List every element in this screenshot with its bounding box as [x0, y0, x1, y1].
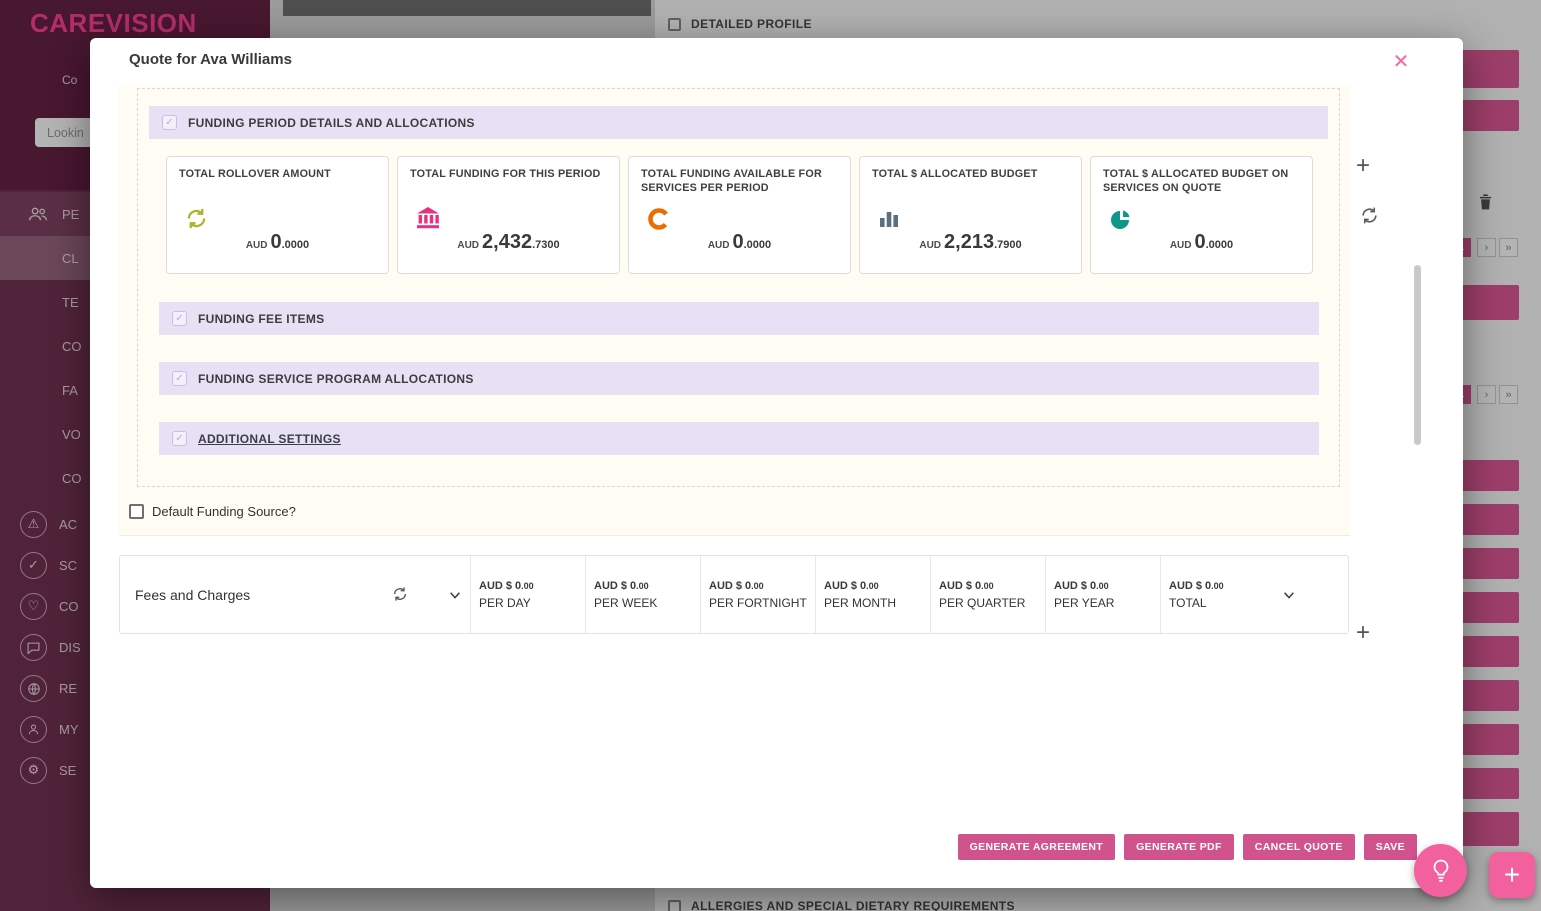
- add-funding-period-button[interactable]: +: [1356, 152, 1370, 180]
- fee-column-per-month: AUD $0.00 PER MONTH: [815, 556, 930, 633]
- modal-title: Quote for Ava Williams: [129, 51, 292, 68]
- section-label: FUNDING FEE ITEMS: [198, 312, 324, 326]
- cancel-quote-button[interactable]: CANCEL QUOTE: [1243, 834, 1355, 860]
- chevron-down-icon[interactable]: [448, 588, 462, 605]
- stat-card-value: AUD2,213.7900: [860, 231, 1081, 254]
- plus-icon: +: [1504, 859, 1520, 891]
- stat-card-allocated-budget: TOTAL $ ALLOCATED BUDGET AUD2,213.7900: [859, 156, 1082, 274]
- stat-card-title: TOTAL FUNDING AVAILABLE FOR SERVICES PER…: [629, 157, 850, 196]
- stat-card-value: AUD0.0000: [1091, 231, 1312, 254]
- bank-icon: [416, 207, 440, 234]
- screen: DETAILED PROFILE ALLERGIES AND SPECIAL D…: [0, 0, 1541, 911]
- generate-agreement-button[interactable]: GENERATE AGREEMENT: [958, 834, 1115, 860]
- save-button[interactable]: SAVE: [1364, 834, 1417, 860]
- help-lightbulb-fab[interactable]: [1414, 844, 1467, 897]
- fee-column-total: AUD $0.00 TOTAL: [1160, 556, 1275, 633]
- default-funding-source-label: Default Funding Source?: [152, 504, 296, 519]
- section-label: ADDITIONAL SETTINGS: [198, 432, 341, 446]
- stat-card-title: TOTAL $ ALLOCATED BUDGET: [860, 157, 1081, 181]
- stat-card-value: AUD2,432.7300: [398, 231, 619, 254]
- close-icon[interactable]: ✕: [1386, 46, 1416, 76]
- generate-pdf-button[interactable]: GENERATE PDF: [1124, 834, 1234, 860]
- section-checkbox-icon: ✓: [172, 311, 187, 326]
- default-funding-source-checkbox[interactable]: [129, 504, 144, 519]
- stat-card-rollover: TOTAL ROLLOVER AMOUNT AUD0.0000: [166, 156, 389, 274]
- stat-card-total-funding: TOTAL FUNDING FOR THIS PERIOD AUD2,432.7…: [397, 156, 620, 274]
- stat-card-title: TOTAL FUNDING FOR THIS PERIOD: [398, 157, 619, 181]
- stat-card-title: TOTAL ROLLOVER AMOUNT: [167, 157, 388, 181]
- fees-and-charges-panel: Fees and Charges AUD $0.00 PER DAY AUD $…: [119, 555, 1349, 634]
- add-fab[interactable]: +: [1489, 852, 1535, 898]
- funding-period-header[interactable]: ✓ FUNDING PERIOD DETAILS AND ALLOCATIONS: [149, 106, 1328, 139]
- modal-actions: GENERATE AGREEMENT GENERATE PDF CANCEL Q…: [958, 834, 1417, 860]
- section-funding-service-program-allocations[interactable]: ✓ FUNDING SERVICE PROGRAM ALLOCATIONS: [159, 362, 1319, 395]
- add-fee-button[interactable]: +: [1356, 619, 1370, 647]
- fee-column-per-day: AUD $0.00 PER DAY: [470, 556, 585, 633]
- refresh-icon[interactable]: [392, 586, 408, 605]
- stat-card-allocated-on-quote: TOTAL $ ALLOCATED BUDGET ON SERVICES ON …: [1090, 156, 1313, 274]
- fee-column-per-quarter: AUD $0.00 PER QUARTER: [930, 556, 1045, 633]
- refresh-icon[interactable]: [1360, 206, 1379, 228]
- quote-modal: Quote for Ava Williams ✕ ✓ FUNDING PERIO…: [90, 38, 1463, 888]
- bar-chart-icon: [878, 207, 900, 234]
- stat-card-available-services: TOTAL FUNDING AVAILABLE FOR SERVICES PER…: [628, 156, 851, 274]
- stat-card-title: TOTAL $ ALLOCATED BUDGET ON SERVICES ON …: [1091, 157, 1312, 196]
- scrollbar-thumb[interactable]: [1414, 265, 1421, 445]
- section-checkbox-icon: ✓: [172, 431, 187, 446]
- fee-column-per-fortnight: AUD $0.00 PER FORTNIGHT: [700, 556, 815, 633]
- fee-column-per-year: AUD $0.00 PER YEAR: [1045, 556, 1160, 633]
- section-checkbox-icon: ✓: [162, 115, 177, 130]
- section-additional-settings[interactable]: ✓ ADDITIONAL SETTINGS: [159, 422, 1319, 455]
- funding-period-panel: ✓ FUNDING PERIOD DETAILS AND ALLOCATIONS…: [137, 88, 1340, 487]
- section-label: FUNDING SERVICE PROGRAM ALLOCATIONS: [198, 372, 474, 386]
- funding-period-header-label: FUNDING PERIOD DETAILS AND ALLOCATIONS: [188, 116, 475, 130]
- fees-panel-title: Fees and Charges: [135, 587, 250, 603]
- stat-card-value: AUD0.0000: [167, 231, 388, 254]
- fee-column-per-week: AUD $0.00 PER WEEK: [585, 556, 700, 633]
- chevron-down-icon[interactable]: [1282, 588, 1296, 605]
- section-checkbox-icon: ✓: [172, 371, 187, 386]
- section-funding-fee-items[interactable]: ✓ FUNDING FEE ITEMS: [159, 302, 1319, 335]
- funding-stat-cards: TOTAL ROLLOVER AMOUNT AUD0.0000 TOTAL FU…: [166, 156, 1313, 274]
- fee-totals-row: AUD $0.00 PER DAY AUD $0.00 PER WEEK AUD…: [470, 556, 1275, 633]
- stat-card-value: AUD0.0000: [629, 231, 850, 254]
